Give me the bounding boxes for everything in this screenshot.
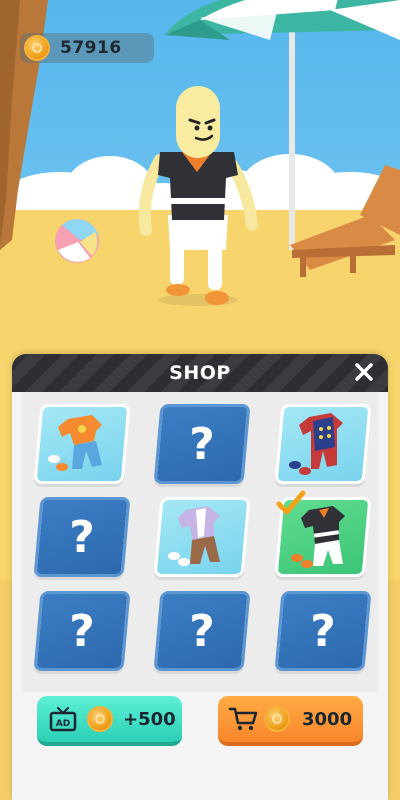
shop-item-9[interactable]: ? <box>274 591 372 671</box>
shop-title: SHOP <box>169 362 231 384</box>
cart-icon <box>228 707 258 731</box>
shop-item-2[interactable]: ? <box>153 404 251 484</box>
close-icon[interactable] <box>352 360 376 384</box>
locked-question-mark: ? <box>69 605 95 657</box>
umbrella-pole <box>289 20 295 250</box>
coin-counter: 57916 <box>20 33 154 63</box>
locked-question-mark: ? <box>69 511 95 563</box>
shop-header: SHOP <box>12 354 388 392</box>
locked-question-mark: ? <box>189 605 215 657</box>
beach-ball <box>55 219 99 263</box>
shop-item-4[interactable]: ? <box>33 497 131 577</box>
coin-icon <box>24 35 50 61</box>
svg-text:AD: AD <box>56 719 70 729</box>
watch-ad-button[interactable]: AD +500 <box>37 696 182 746</box>
locked-question-mark: ? <box>310 605 336 657</box>
shop-item-3[interactable] <box>274 404 372 484</box>
buy-price: 3000 <box>302 708 353 730</box>
outfit-lavender-shirt-icon <box>168 506 220 566</box>
locked-question-mark: ? <box>189 418 215 470</box>
coin-count: 57916 <box>60 38 122 58</box>
checkmark-icon <box>276 490 306 515</box>
outfit-orange-overalls-icon <box>48 415 102 471</box>
buy-random-button[interactable]: 3000 <box>218 696 363 746</box>
ad-tv-icon: AD <box>49 707 77 732</box>
shop-item-7[interactable]: ? <box>33 591 131 671</box>
shop-item-8[interactable]: ? <box>153 591 251 671</box>
watch-ad-reward: +500 <box>123 708 176 730</box>
coin-icon <box>264 706 290 732</box>
shop-item-1[interactable] <box>33 404 131 484</box>
coin-icon <box>87 706 113 732</box>
outfit-red-soldier-icon <box>289 413 343 475</box>
shop-item-5[interactable] <box>153 497 251 577</box>
shop-item-6[interactable] <box>274 490 372 577</box>
